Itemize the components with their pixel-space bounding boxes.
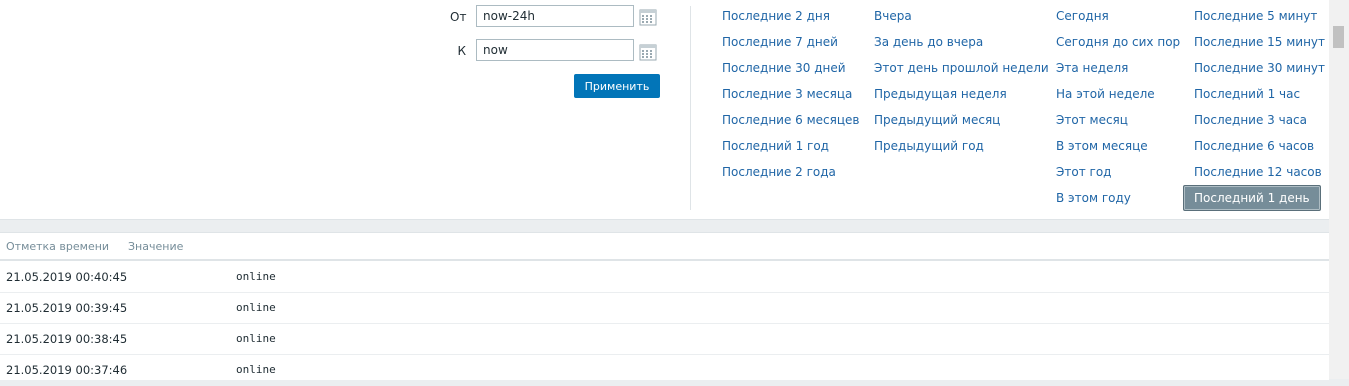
row-value: online — [236, 301, 276, 314]
column-header-value[interactable]: Значение — [128, 240, 183, 253]
apply-button[interactable]: Применить — [574, 74, 660, 98]
quick-range-this-week[interactable]: Эта неделя — [1056, 61, 1128, 75]
quick-range-last-1-hour[interactable]: Последний 1 час — [1194, 87, 1300, 101]
quick-range-this-month[interactable]: Этот месяц — [1056, 113, 1128, 127]
column-header-timestamp[interactable]: Отметка времени — [6, 240, 109, 253]
row-timestamp: 21.05.2019 00:40:45 — [6, 270, 128, 284]
calendar-icon[interactable] — [639, 43, 657, 61]
quick-range-last-1-day[interactable]: Последний 1 день — [1183, 185, 1321, 211]
to-label: К — [457, 44, 466, 58]
quick-range-yesterday[interactable]: Вчера — [874, 9, 912, 23]
row-value: online — [236, 363, 276, 376]
table-row: 21.05.2019 00:37:46 online — [0, 355, 1329, 386]
scrollbar-thumb[interactable] — [1333, 26, 1344, 48]
quick-range-last-6-hours[interactable]: Последние 6 часов — [1194, 139, 1314, 153]
quick-range-this-year-so-far[interactable]: В этом году — [1056, 191, 1131, 205]
quick-range-day-before-yesterday[interactable]: За день до вчера — [874, 35, 983, 49]
time-filter-panel: От К Применить Последние 2 дня Пос — [0, 0, 1329, 220]
quick-range-today[interactable]: Сегодня — [1056, 9, 1109, 23]
quick-range-last-2-years[interactable]: Последние 2 года — [722, 165, 836, 179]
quick-range-last-7-days[interactable]: Последние 7 дней — [722, 35, 838, 49]
to-input[interactable] — [476, 39, 634, 61]
quick-range-last-12-hours[interactable]: Последние 12 часов — [1194, 165, 1322, 179]
quick-range-this-month-so-far[interactable]: В этом месяце — [1056, 139, 1148, 153]
from-input[interactable] — [476, 5, 634, 27]
row-value: online — [236, 270, 276, 283]
quick-range-this-week-so-far[interactable]: На этой неделе — [1056, 87, 1155, 101]
row-timestamp: 21.05.2019 00:39:45 — [6, 301, 128, 315]
quick-range-last-3-months[interactable]: Последние 3 месяца — [722, 87, 852, 101]
quick-range-last-2-days[interactable]: Последние 2 дня — [722, 9, 830, 23]
quick-range-today-so-far[interactable]: Сегодня до сих пор — [1056, 35, 1180, 49]
quick-range-last-15-minutes[interactable]: Последние 15 минут — [1194, 35, 1325, 49]
quick-range-last-30-days[interactable]: Последние 30 дней — [722, 61, 846, 75]
quick-range-previous-month[interactable]: Предыдущий месяц — [874, 113, 1000, 127]
quick-range-last-3-hours[interactable]: Последние 3 часа — [1194, 113, 1307, 127]
row-timestamp: 21.05.2019 00:38:45 — [6, 332, 128, 346]
quick-range-last-30-minutes[interactable]: Последние 30 минут — [1194, 61, 1325, 75]
quick-range-last-1-year[interactable]: Последний 1 год — [722, 139, 829, 153]
divider — [690, 6, 691, 210]
calendar-icon[interactable] — [639, 8, 657, 26]
quick-range-this-year[interactable]: Этот год — [1056, 165, 1111, 179]
history-table: Отметка времени Значение 21.05.2019 00:4… — [0, 232, 1329, 386]
quick-range-previous-year[interactable]: Предыдущий год — [874, 139, 984, 153]
quick-range-last-6-months[interactable]: Последние 6 месяцев — [722, 113, 859, 127]
vertical-scrollbar[interactable] — [1329, 0, 1349, 379]
quick-range-this-day-last-week[interactable]: Этот день прошлой недели — [874, 61, 1049, 75]
quick-range-last-5-minutes[interactable]: Последние 5 минут — [1194, 9, 1317, 23]
table-row: 21.05.2019 00:40:45 online — [0, 262, 1329, 293]
table-row: 21.05.2019 00:38:45 online — [0, 324, 1329, 355]
table-row: 21.05.2019 00:39:45 online — [0, 293, 1329, 324]
from-label: От — [450, 10, 467, 24]
row-value: online — [236, 332, 276, 345]
quick-range-previous-week[interactable]: Предыдущая неделя — [874, 87, 1007, 101]
table-header: Отметка времени Значение — [0, 233, 1329, 261]
row-timestamp: 21.05.2019 00:37:46 — [6, 363, 128, 377]
